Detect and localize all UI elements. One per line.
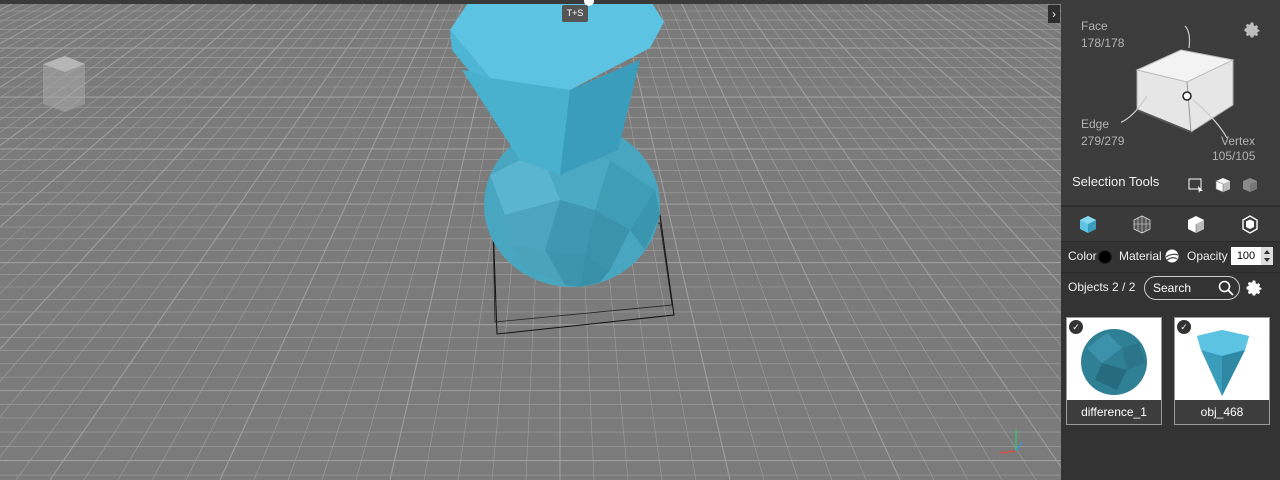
hotkey-badge: T+S: [562, 5, 588, 22]
edge-label: Edge: [1081, 117, 1110, 131]
color-label: Color: [1068, 249, 1097, 263]
search-input[interactable]: Search: [1144, 276, 1240, 300]
right-panel: Face 178/178 Edge 279/279 Vertex 105/105…: [1061, 0, 1280, 480]
scene-canvas[interactable]: [0, 0, 1061, 480]
solid-mode-icon[interactable]: [1078, 214, 1098, 234]
view-cube-icon[interactable]: [40, 52, 90, 117]
settings-gear-icon[interactable]: [1242, 20, 1262, 40]
opacity-input[interactable]: 100: [1231, 247, 1261, 265]
objects-settings-gear-icon[interactable]: [1244, 278, 1264, 298]
checked-icon[interactable]: ✓: [1177, 320, 1191, 334]
search-icon[interactable]: [1218, 280, 1234, 296]
opacity-stepper[interactable]: [1261, 247, 1273, 265]
shaded-mode-icon[interactable]: [1186, 214, 1206, 234]
selection-tools-label: Selection Tools: [1072, 174, 1160, 189]
object-name: difference_1: [1067, 400, 1161, 424]
opacity-label: Opacity: [1187, 249, 1228, 263]
wireframe-mode-icon[interactable]: [1240, 214, 1260, 234]
object-card-obj-468[interactable]: ✓ obj_468: [1174, 317, 1270, 425]
color-swatch[interactable]: [1098, 250, 1112, 264]
axis-gizmo-icon: [999, 429, 1023, 454]
search-placeholder: Search: [1153, 281, 1192, 295]
viewport-top-bar: [0, 0, 1061, 4]
3d-viewport[interactable]: T+S ›: [0, 0, 1061, 480]
box-select-icon[interactable]: [1187, 176, 1205, 194]
object-name: obj_468: [1175, 400, 1269, 424]
selection-cube-diagram: [1121, 25, 1235, 139]
objects-count-label: Objects 2 / 2: [1068, 280, 1136, 294]
edge-count: 279/279: [1081, 134, 1125, 148]
object-card-difference-1[interactable]: ✓ difference_1: [1066, 317, 1162, 425]
mesh-mode-icon[interactable]: [1132, 214, 1152, 234]
vertex-count: 105/105: [1212, 149, 1256, 163]
face-count: 178/178: [1081, 36, 1125, 50]
material-label: Material: [1119, 249, 1162, 263]
select-visible-icon[interactable]: [1241, 176, 1259, 194]
checked-icon[interactable]: ✓: [1069, 320, 1083, 334]
face-label: Face: [1081, 19, 1108, 33]
material-icon[interactable]: [1165, 249, 1179, 263]
select-through-icon[interactable]: [1214, 176, 1232, 194]
collapse-panel-button[interactable]: ›: [1048, 5, 1060, 23]
